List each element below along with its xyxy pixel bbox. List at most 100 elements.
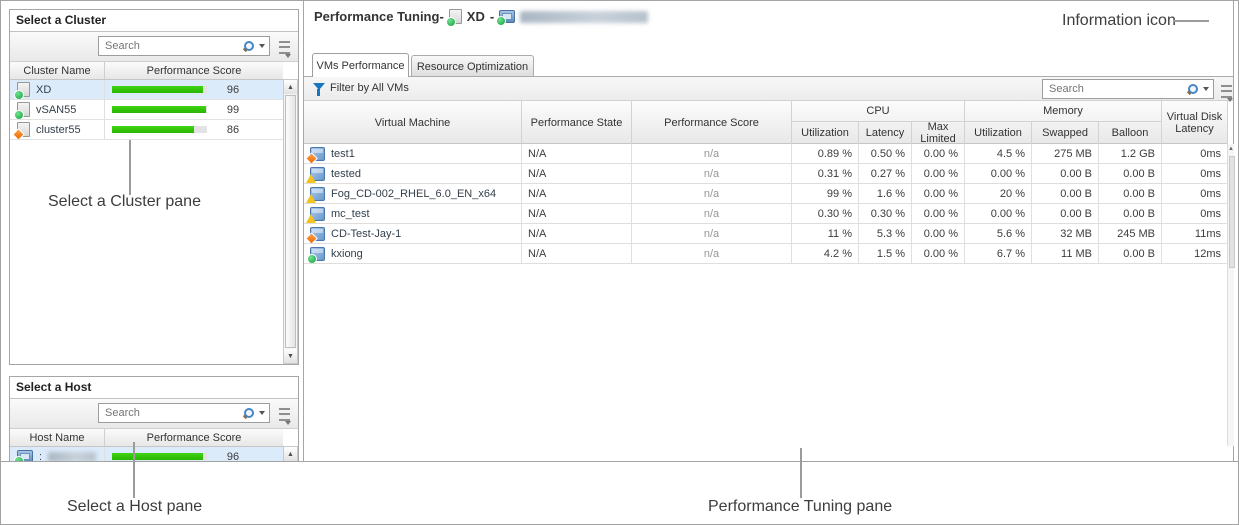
cluster-score-header[interactable]: Performance Score (105, 62, 283, 79)
vm-table-row[interactable]: CD-Test-Jay-1 N/A n/a 11 % 5.3 % 0.00 % … (304, 224, 1228, 244)
vm-name: test1 (331, 148, 355, 160)
filter-label[interactable]: Filter by All VMs (330, 82, 409, 94)
vm-table-row[interactable]: test1 N/A n/a 0.89 % 0.50 % 0.00 % 4.5 %… (304, 144, 1228, 164)
column-picker-icon[interactable] (279, 41, 290, 54)
cluster-icon (17, 122, 30, 137)
score-bar-fill (112, 86, 203, 93)
cluster-search-input[interactable] (103, 40, 243, 52)
cluster-icon (17, 82, 30, 97)
score-value: 99 (207, 104, 259, 116)
vm-name-cell[interactable]: mc_test (304, 204, 522, 223)
vm-table-row[interactable]: tested N/A n/a 0.31 % 0.27 % 0.00 % 0.00… (304, 164, 1228, 184)
search-options-chevron-icon[interactable] (259, 44, 265, 48)
memory-swapped-cell: 0.00 B (1032, 204, 1099, 223)
scrollbar-thumb[interactable] (285, 95, 296, 348)
vm-table-scrollbar[interactable]: ▲ (1227, 144, 1234, 446)
tab-vms-performance[interactable]: VMs Performance (312, 53, 409, 77)
status-icon (305, 152, 318, 163)
performance-state-cell: N/A (522, 244, 632, 263)
vm-table-row[interactable]: kxiong N/A n/a 4.2 % 1.5 % 0.00 % 6.7 % … (304, 244, 1228, 264)
header-cpu-latency[interactable]: Latency (859, 122, 912, 144)
host-name-header[interactable]: Host Name (10, 429, 105, 446)
cluster-icon (449, 9, 462, 24)
performance-state-cell: N/A (522, 184, 632, 203)
cluster-search-box[interactable] (98, 36, 270, 56)
scroll-down-icon[interactable]: ▼ (284, 349, 297, 363)
header-memory-balloon[interactable]: Balloon (1099, 122, 1162, 144)
cluster-row[interactable]: vSAN55 99 (10, 100, 283, 120)
memory-balloon-cell: 1.2 GB (1099, 144, 1162, 163)
info-callout-line (1173, 20, 1209, 22)
host-row[interactable]: : 96 (10, 447, 283, 461)
cluster-scrollbar[interactable]: ▲ ▼ (283, 79, 298, 364)
host-icon (499, 10, 515, 23)
search-options-chevron-icon[interactable] (1203, 87, 1209, 91)
header-performance-score[interactable]: Performance Score (632, 101, 792, 144)
host-scrollbar[interactable]: ▲ (283, 446, 298, 461)
memory-utilization-cell: 0.00 % (965, 164, 1032, 183)
host-table-header: Host Name Performance Score (10, 429, 283, 447)
search-icon[interactable] (1187, 84, 1198, 95)
search-icon[interactable] (243, 408, 254, 419)
column-picker-icon[interactable] (279, 408, 290, 421)
cluster-name-header[interactable]: Cluster Name (10, 62, 105, 79)
header-memory-swapped[interactable]: Swapped (1032, 122, 1099, 144)
scroll-up-icon[interactable]: ▲ (284, 447, 297, 461)
tab-resource-optimization[interactable]: Resource Optimization (411, 55, 534, 77)
score-bar-fill (112, 126, 194, 133)
vm-icon (310, 147, 325, 161)
vm-search-box[interactable] (1042, 79, 1214, 99)
column-picker-icon[interactable] (1221, 85, 1232, 98)
vm-name: mc_test (331, 208, 370, 220)
vm-name-cell[interactable]: Fog_CD-002_RHEL_6.0_EN_x64 (304, 184, 522, 203)
vm-name-cell[interactable]: tested (304, 164, 522, 183)
vm-search-input[interactable] (1047, 83, 1187, 95)
vm-name-cell[interactable]: CD-Test-Jay-1 (304, 224, 522, 243)
info-callout-label: Information icon (1062, 12, 1176, 30)
score-bar (112, 126, 207, 133)
host-score-header[interactable]: Performance Score (105, 429, 283, 446)
filter-funnel-icon[interactable] (313, 83, 325, 90)
virtual-disk-latency-cell: 0ms (1162, 164, 1228, 183)
cluster-row[interactable]: XD 96 (10, 80, 283, 100)
score-bar (112, 106, 207, 113)
cpu-max-limited-cell: 0.00 % (912, 204, 965, 223)
header-cpu-utilization[interactable]: Utilization (792, 122, 859, 144)
cluster-icon (17, 102, 30, 117)
scrollbar-thumb[interactable] (1229, 156, 1235, 268)
cpu-max-limited-cell: 0.00 % (912, 244, 965, 263)
host-pane-title: Select a Host (10, 377, 298, 399)
header-cpu-max-limited[interactable]: Max Limited (912, 122, 965, 144)
search-icon[interactable] (243, 41, 254, 52)
memory-swapped-cell: 0.00 B (1032, 164, 1099, 183)
host-search-input[interactable] (103, 407, 243, 419)
header-virtual-machine[interactable]: Virtual Machine (304, 101, 522, 144)
header-performance-state[interactable]: Performance State (522, 101, 632, 144)
vm-table-row[interactable]: mc_test N/A n/a 0.30 % 0.30 % 0.00 % 0.0… (304, 204, 1228, 224)
scroll-up-icon[interactable]: ▲ (1228, 146, 1234, 152)
status-icon (306, 214, 316, 223)
tuning-callout-label: Performance Tuning pane (708, 498, 892, 516)
scroll-up-icon[interactable]: ▲ (284, 80, 297, 94)
header-virtual-disk-latency[interactable]: Virtual Disk Latency (1162, 101, 1228, 144)
cpu-max-limited-cell: 0.00 % (912, 184, 965, 203)
cpu-max-limited-cell: 0.00 % (912, 144, 965, 163)
status-icon (14, 90, 24, 99)
header-group-cpu: CPU (792, 101, 965, 122)
performance-state-cell: N/A (522, 164, 632, 183)
vm-name-cell[interactable]: kxiong (304, 244, 522, 263)
cluster-row[interactable]: cluster55 86 (10, 120, 283, 140)
vm-icon (310, 167, 325, 181)
memory-utilization-cell: 0.00 % (965, 204, 1032, 223)
header-memory-utilization[interactable]: Utilization (965, 122, 1032, 144)
title-separator: - (490, 9, 494, 24)
host-search-box[interactable] (98, 403, 270, 423)
memory-swapped-cell: 275 MB (1032, 144, 1099, 163)
status-icon (14, 110, 24, 119)
cluster-toolbar (10, 32, 298, 62)
performance-score-cell: n/a (632, 164, 792, 183)
vm-table-row[interactable]: Fog_CD-002_RHEL_6.0_EN_x64 N/A n/a 99 % … (304, 184, 1228, 204)
search-options-chevron-icon[interactable] (259, 411, 265, 415)
vm-name-cell[interactable]: test1 (304, 144, 522, 163)
cluster-name-cell: cluster55 (10, 120, 105, 139)
